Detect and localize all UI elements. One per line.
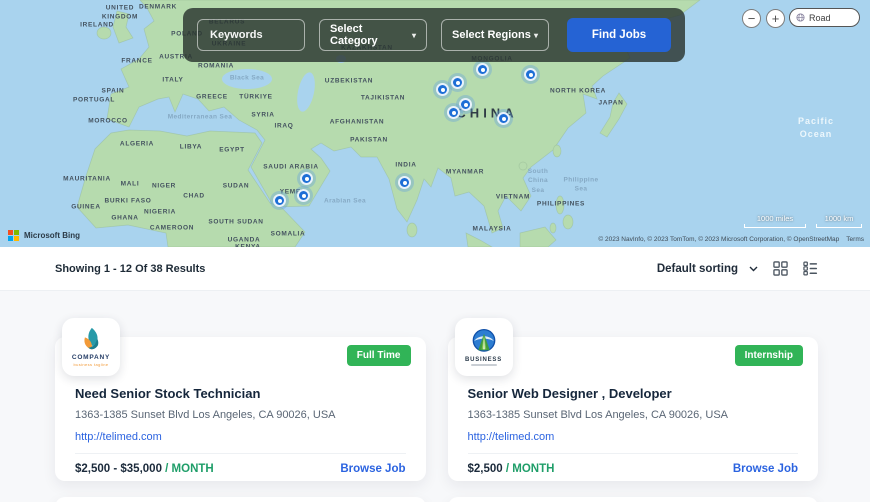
chevron-down-icon: ▾ <box>412 31 416 40</box>
job-company-url[interactable]: http://telimed.com <box>468 431 555 443</box>
salary-amount: $2,500 <box>468 463 503 475</box>
job-type-badge: Full Time <box>347 345 411 366</box>
job-location-marker[interactable] <box>497 112 510 125</box>
company-logo: COMPANY business tagline <box>62 318 120 376</box>
job-title: Need Senior Stock Technician <box>75 386 406 401</box>
map-style-label: Road <box>809 13 831 23</box>
job-card-footer: $2,500 / MONTH Browse Job <box>468 453 799 475</box>
scale-miles-bar <box>744 224 806 228</box>
globe-icon <box>796 13 805 22</box>
category-select[interactable]: Select Category ▾ <box>319 19 427 51</box>
map-attribution: © 2023 NavInfo, © 2023 TomTom, © 2023 Mi… <box>598 236 864 243</box>
job-location-marker[interactable] <box>459 98 472 111</box>
regions-select[interactable]: Select Regions ▾ <box>441 19 549 51</box>
list-view-icon[interactable] <box>803 261 818 276</box>
grid-view-icon[interactable] <box>773 261 788 276</box>
sort-controls: Default sorting <box>657 261 818 276</box>
job-card-partial <box>448 497 819 502</box>
job-card[interactable]: COMPANY business tagline Full Time Need … <box>55 337 426 481</box>
job-location-marker[interactable] <box>451 76 464 89</box>
logo-company-tagline: business tagline <box>73 362 108 367</box>
salary-period: / MONTH <box>506 463 555 475</box>
job-location-marker[interactable] <box>436 83 449 96</box>
sort-dropdown-label: Default sorting <box>657 263 738 275</box>
job-type-badge: Internship <box>735 345 803 366</box>
chevron-down-icon <box>749 266 758 272</box>
terms-link[interactable]: Terms <box>846 236 864 243</box>
job-location-marker[interactable] <box>524 68 537 81</box>
regions-select-label: Select Regions <box>452 29 531 41</box>
category-select-label: Select Category <box>330 23 412 47</box>
microsoft-logo-icon <box>8 230 19 241</box>
attribution-text: © 2023 NavInfo, © 2023 TomTom, © 2023 Mi… <box>598 236 839 243</box>
zoom-out-button[interactable]: − <box>742 9 761 28</box>
job-company-url[interactable]: http://telimed.com <box>75 431 162 443</box>
job-address: 1363-1385 Sunset Blvd Los Angeles, CA 90… <box>468 409 799 421</box>
browse-job-link[interactable]: Browse Job <box>340 463 405 475</box>
job-location-marker[interactable] <box>297 189 310 202</box>
sort-dropdown[interactable]: Default sorting <box>657 263 758 275</box>
business-globe-logo-icon <box>470 328 498 356</box>
job-cards-grid: COMPANY business tagline Full Time Need … <box>55 337 818 502</box>
map-style-selector[interactable]: Road <box>789 8 860 27</box>
logo-company-name: BUSINESS <box>465 357 502 363</box>
scale-miles-label: 1000 miles <box>744 214 806 223</box>
chevron-down-icon: ▾ <box>534 31 538 40</box>
keywords-input[interactable] <box>197 19 305 51</box>
job-salary: $2,500 - $35,000 / MONTH <box>75 463 214 475</box>
job-location-marker[interactable] <box>476 63 489 76</box>
browse-job-link[interactable]: Browse Job <box>733 463 798 475</box>
job-location-marker[interactable] <box>447 106 460 119</box>
bing-logo: Microsoft Bing <box>8 230 80 241</box>
map-scale: 1000 miles 1000 km <box>744 214 862 228</box>
bing-logo-text: Microsoft Bing <box>24 231 80 240</box>
scale-km-label: 1000 km <box>816 214 862 223</box>
find-jobs-button[interactable]: Find Jobs <box>567 18 671 52</box>
results-summary: Showing 1 - 12 Of 38 Results <box>55 263 205 275</box>
salary-amount: $2,500 - $35,000 <box>75 463 162 475</box>
company-logo: BUSINESS <box>455 318 513 376</box>
salary-period: / MONTH <box>165 463 214 475</box>
results-bar: Showing 1 - 12 Of 38 Results Default sor… <box>0 247 870 291</box>
job-results-section: COMPANY business tagline Full Time Need … <box>0 291 870 502</box>
logo-company-tagline <box>471 364 497 366</box>
job-title: Senior Web Designer , Developer <box>468 386 799 401</box>
job-location-marker[interactable] <box>398 176 411 189</box>
job-search-panel: Select Category ▾ Select Regions ▾ Find … <box>183 8 685 62</box>
flame-logo-icon <box>76 327 106 353</box>
job-card-footer: $2,500 - $35,000 / MONTH Browse Job <box>75 453 406 475</box>
job-card-partial <box>55 497 426 502</box>
job-salary: $2,500 / MONTH <box>468 463 555 475</box>
job-address: 1363-1385 Sunset Blvd Los Angeles, CA 90… <box>75 409 406 421</box>
map[interactable]: UNITED KINGDOMDENMARKIRELANDPOLANDBELARU… <box>0 0 870 247</box>
job-card[interactable]: BUSINESS Internship Senior Web Designer … <box>448 337 819 481</box>
scale-km-bar <box>816 224 862 228</box>
job-location-marker[interactable] <box>300 172 313 185</box>
job-location-marker[interactable] <box>273 194 286 207</box>
logo-company-name: COMPANY <box>72 354 110 361</box>
zoom-in-button[interactable]: + <box>766 9 785 28</box>
